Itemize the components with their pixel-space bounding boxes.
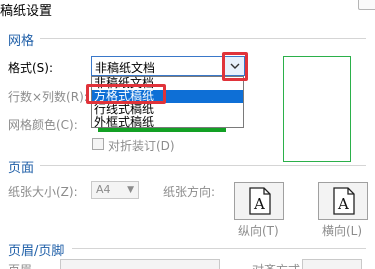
- landscape-button[interactable]: A: [318, 182, 368, 220]
- alignment-label: 对齐方式: [252, 261, 300, 269]
- landscape-label: 横向(L): [322, 224, 363, 238]
- grid-color-label: 网格颜色(C):: [8, 118, 78, 132]
- header-footer-section-title: 页眉/页脚: [8, 244, 65, 259]
- grid-section-divider: [40, 38, 366, 39]
- fold-binding-label: 对折装订(D): [108, 139, 175, 153]
- portrait-label: 纵向(T): [238, 224, 279, 238]
- fold-binding-checkbox[interactable]: [92, 138, 104, 150]
- paper-size-value: A4: [96, 183, 111, 196]
- paper-size-label: 纸张大小(Z):: [8, 185, 78, 199]
- portrait-page-icon: A: [249, 187, 271, 215]
- format-select-value: 非稿纸文档: [95, 61, 156, 75]
- highlight-box-selected-option: [86, 84, 166, 104]
- format-label: 格式(S):: [8, 61, 54, 75]
- grid-preview: [283, 56, 351, 162]
- chevron-down-icon: ▼: [127, 185, 134, 195]
- header-label: 页眉: [8, 261, 32, 269]
- paper-size-select[interactable]: A4 ▼: [91, 181, 139, 199]
- page-section-title: 页面: [8, 161, 35, 176]
- close-button[interactable]: [358, 0, 375, 10]
- header-text-field[interactable]: [60, 259, 220, 269]
- svg-text:A: A: [253, 195, 265, 213]
- highlight-box-dropdown-arrow: [222, 52, 248, 81]
- portrait-button[interactable]: A: [234, 182, 284, 220]
- window-title: 稿纸设置: [0, 4, 53, 19]
- grid-section-title: 网格: [8, 34, 35, 49]
- header-footer-section-divider: [72, 248, 366, 249]
- page-section-divider: [40, 165, 366, 166]
- alignment-select[interactable]: [302, 259, 362, 269]
- orientation-label: 纸张方向:: [163, 185, 216, 199]
- landscape-page-icon: A: [333, 187, 355, 215]
- dropdown-option-frame-grid[interactable]: 外框式稿纸: [92, 116, 243, 129]
- svg-text:A: A: [337, 195, 349, 213]
- rows-cols-label: 行数×列数(R):: [8, 90, 88, 104]
